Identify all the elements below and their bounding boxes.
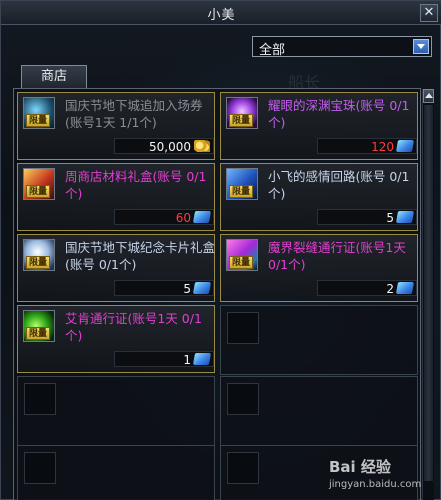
empty-slot-box (227, 312, 259, 344)
scroll-thumb[interactable] (424, 105, 433, 481)
empty-slot-box (24, 383, 56, 415)
item-name: 魔界裂缝通行证(账号1天 0/1个) (268, 240, 406, 272)
empty-slot (220, 376, 418, 446)
cera-point-icon (395, 211, 415, 223)
shop-item[interactable]: 限量 小飞的感情回路(账号 0/1个) 5 (220, 163, 418, 231)
item-price: 60 (175, 211, 191, 225)
shop-item[interactable]: 限量 魔界裂缝通行证(账号1天 0/1个) 2 (220, 234, 418, 302)
item-name: 小飞的感情回路(账号 0/1个) (268, 169, 410, 201)
shop-item[interactable]: 限量 周商店材料礼盒(账号 0/1个) 60 (17, 163, 215, 231)
limited-badge: 限量 (229, 114, 253, 127)
shop-item[interactable]: 限量 艾肯通行证(账号1天 0/1个) 1 (17, 305, 215, 373)
item-name: 耀眼的深渊宝珠(账号 0/1个) (268, 98, 410, 130)
item-icon: 限量 (226, 97, 258, 129)
empty-slot (220, 305, 418, 375)
item-name: 艾肯通行证(账号1天 0/1个) (65, 311, 202, 343)
tab-shop[interactable]: 商店 (21, 65, 87, 89)
price-bar: 5 (114, 280, 214, 296)
item-icon: 限量 (226, 239, 258, 271)
cera-point-icon (395, 140, 415, 152)
limited-badge: 限量 (26, 256, 50, 269)
price-bar: 50,000 (114, 138, 214, 154)
empty-slot (17, 376, 215, 446)
category-dropdown[interactable]: 全部 (252, 36, 432, 58)
category-dropdown-value: 全部 (259, 43, 286, 58)
cera-point-icon (192, 282, 212, 294)
window-title: 小美 (207, 8, 236, 23)
item-price: 120 (371, 140, 394, 154)
price-bar: 2 (317, 280, 417, 296)
price-bar: 60 (114, 209, 214, 225)
item-name: 国庆节地下城纪念卡片礼盒(账号 0/1个) (65, 240, 216, 272)
empty-slot-box (227, 383, 259, 415)
cera-point-icon (192, 211, 212, 223)
chevron-down-icon[interactable] (413, 39, 429, 54)
limited-badge: 限量 (26, 114, 50, 127)
shop-item[interactable]: 限量 国庆节地下城纪念卡片礼盒(账号 0/1个) 5 (17, 234, 215, 302)
empty-slot (17, 445, 215, 500)
watermark-brand: Bai 经验 (329, 458, 391, 476)
item-name: 国庆节地下城追加入场券(账号1天 1/1个) (65, 98, 203, 130)
cera-point-icon (395, 282, 415, 294)
item-price: 2 (386, 282, 394, 296)
gold-coin-icon (194, 140, 210, 152)
cera-point-icon (192, 353, 212, 365)
limited-badge: 限量 (26, 185, 50, 198)
item-icon: 限量 (226, 168, 258, 200)
close-button[interactable]: ✕ (420, 4, 438, 22)
price-bar: 1 (114, 351, 214, 367)
item-price: 1 (183, 353, 191, 367)
item-price: 50,000 (149, 140, 191, 154)
item-price: 5 (386, 211, 394, 225)
empty-slot-box (24, 452, 56, 484)
scroll-up-button[interactable] (423, 89, 434, 103)
scrollbar[interactable] (422, 89, 434, 500)
shop-item[interactable]: 限量 国庆节地下城追加入场券(账号1天 1/1个) 50,000 (17, 92, 215, 160)
item-icon: 限量 (23, 239, 55, 271)
item-icon: 限量 (23, 168, 55, 200)
price-bar: 120 (317, 138, 417, 154)
title-bar[interactable]: 小美 ✕ (1, 1, 441, 25)
shop-item[interactable]: 限量 耀眼的深渊宝珠(账号 0/1个) 120 (220, 92, 418, 160)
item-name: 周商店材料礼盒(账号 0/1个) (65, 169, 207, 201)
item-icon: 限量 (23, 310, 55, 342)
limited-badge: 限量 (229, 256, 253, 269)
price-bar: 5 (317, 209, 417, 225)
item-price: 5 (183, 282, 191, 296)
watermark-url: jingyan.baidu.com (329, 479, 422, 490)
item-icon: 限量 (23, 97, 55, 129)
empty-slot-box (227, 452, 259, 484)
limited-badge: 限量 (229, 185, 253, 198)
shop-window: 小美 ✕ 船长 全部 商店 限量 国庆节地下城追加入场券(账号1天 1/1个) … (0, 0, 441, 500)
limited-badge: 限量 (26, 327, 50, 340)
